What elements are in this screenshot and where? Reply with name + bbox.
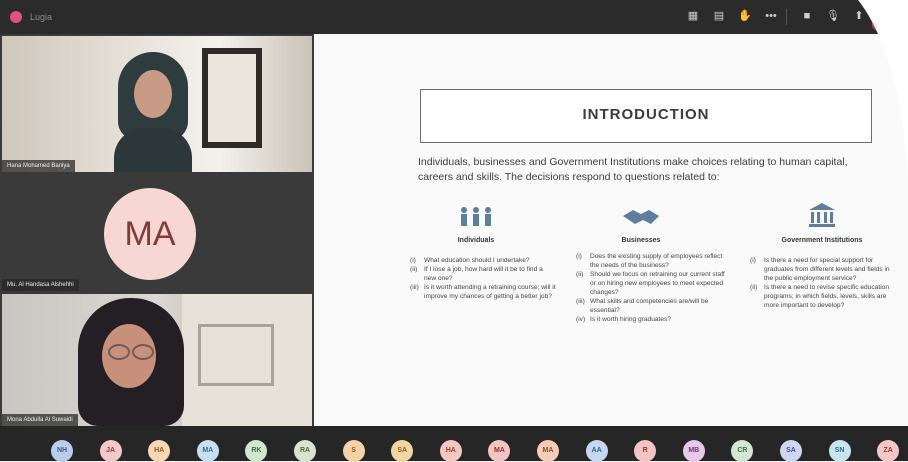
participant-avatar[interactable]: SN — [828, 440, 851, 462]
column-heading: Individuals — [457, 237, 495, 244]
app-logo-icon — [10, 11, 22, 23]
participant-avatar[interactable]: NH — [51, 440, 73, 462]
participant-avatar-tile[interactable]: MA Mu. Al Handasa Alshehhi — [2, 176, 312, 291]
people-icon — [456, 206, 496, 228]
column-heading: Government Institutions — [781, 237, 863, 244]
avatar: MA — [104, 188, 196, 280]
more-icon[interactable]: ••• — [764, 9, 778, 23]
participant-name: Hana Mohamed Banlya — [2, 160, 75, 172]
list-item: (ii) If I lose a job, how hard will it be… — [410, 266, 543, 282]
meeting-window: Lugia ▦ ▤ ✋ ••• ■ 🎙 ⬆ Hana Mohamed Banly… — [0, 0, 908, 462]
participant-video-tile[interactable]: Hana Mohamed Banlya — [2, 36, 312, 172]
list-item: (ii) Is there a need to revise specific e… — [750, 284, 889, 309]
list-item: (i) Is there a need for special support f… — [750, 257, 890, 282]
participant-avatar[interactable]: JA — [99, 440, 122, 462]
participant-person — [72, 298, 192, 426]
chat-icon[interactable]: ▤ — [712, 9, 726, 23]
participant-avatar[interactable]: HA — [439, 440, 462, 462]
hand-icon[interactable]: ✋ — [738, 9, 752, 23]
participant-avatar[interactable]: SA — [780, 440, 802, 462]
participant-avatar[interactable]: RA — [294, 440, 316, 462]
participant-avatar[interactable]: MB — [682, 440, 705, 462]
list-item: (iii) What skills and competencies are/wi… — [576, 298, 709, 314]
camera-icon[interactable]: ■ — [800, 9, 814, 23]
participant-name: Mona Abdulla Al Suwaidi — [2, 414, 78, 426]
participant-video-tile[interactable]: Mona Abdulla Al Suwaidi — [2, 294, 312, 426]
participant-name: Mu. Al Handasa Alshehhi — [2, 279, 79, 291]
participant-avatar[interactable]: MA — [537, 440, 559, 462]
column-list: (i) Is there a need for special support f… — [750, 256, 894, 310]
list-item: (iv) Is it worth hiring graduates? — [576, 316, 671, 323]
list-item: (i) Does the existing supply of employees… — [576, 253, 723, 269]
list-item: (i) What education should I undertake? — [410, 257, 530, 264]
column-list: (i) What education should I undertake? (i… — [410, 256, 556, 301]
slide-title-box: INTRODUCTION — [420, 89, 872, 143]
participant-person — [114, 48, 192, 172]
grid-icon[interactable]: ▦ — [686, 9, 700, 23]
list-item: (ii) Should we focus on retraining our cu… — [576, 271, 725, 296]
participant-avatar[interactable]: S — [342, 440, 365, 462]
handshake-icon — [621, 206, 661, 228]
column-heading: Businesses — [621, 237, 661, 244]
shelf-shape — [198, 324, 274, 386]
institution-icon — [808, 202, 836, 228]
toolbar-divider — [786, 9, 787, 25]
column-list: (i) Does the existing supply of employees… — [576, 252, 726, 324]
list-item: (iii) Is it worth attending a retraining … — [410, 284, 556, 300]
slide-title: INTRODUCTION — [582, 106, 710, 123]
participant-avatar[interactable]: AA — [585, 440, 608, 462]
participant-avatar[interactable]: MA — [196, 440, 219, 462]
meeting-title: Lugia — [30, 12, 53, 22]
window-pane-shape — [208, 54, 256, 142]
slide-intro-text: Individuals, businesses and Government I… — [418, 156, 848, 183]
share-icon[interactable]: ⬆ — [852, 9, 866, 23]
shared-slide[interactable]: INTRODUCTION Individuals, businesses and… — [314, 34, 908, 426]
meeting-toolbar: Lugia ▦ ▤ ✋ ••• ■ 🎙 ⬆ — [0, 0, 908, 34]
mic-icon[interactable]: 🎙 — [826, 9, 840, 23]
leave-button[interactable] — [872, 4, 908, 30]
